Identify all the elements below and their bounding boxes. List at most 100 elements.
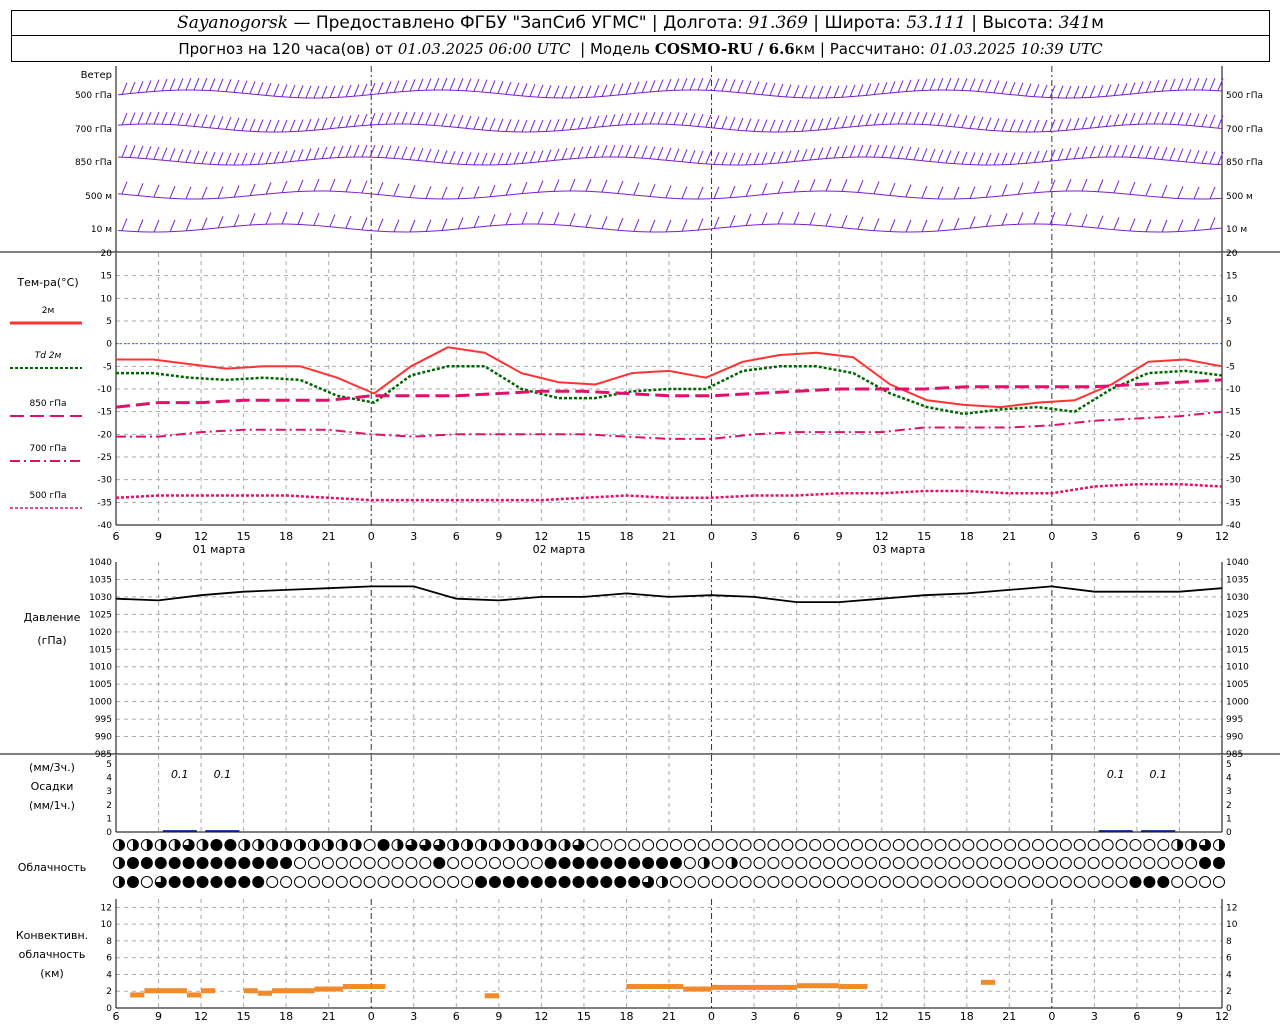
- wind-barb-flag: [561, 147, 568, 161]
- temp-tick-label-right: -10: [1226, 385, 1241, 395]
- wind-barb-flag: [137, 112, 144, 125]
- cloud-circle: [1157, 857, 1170, 869]
- wind-barb-flag: [321, 117, 328, 131]
- wind-barb-shaft: [1173, 160, 1183, 163]
- wind-barb-flag: [633, 145, 640, 158]
- wind-barb-shaft: [525, 95, 535, 98]
- wind-barb-flag: [529, 150, 536, 164]
- wind-barb-shaft: [1141, 195, 1151, 197]
- cloud-circle: [321, 876, 334, 888]
- cloud-circle: [990, 839, 1003, 851]
- cloud-symbol: [878, 839, 891, 851]
- wind-barb-flag: [225, 152, 232, 166]
- wind-barb-flag: [249, 81, 256, 94]
- cloud-half: [119, 857, 125, 869]
- wind-barb-row: [117, 211, 1223, 233]
- cloud-symbol: [600, 839, 613, 851]
- wind-barb-shaft: [1117, 229, 1127, 232]
- conv-tick-label-right: 4: [1226, 970, 1232, 980]
- cloud-symbol: [113, 839, 125, 851]
- cloud-half: [481, 839, 487, 851]
- conv-cloud-bar: [342, 984, 372, 990]
- wind-barb-flag: [1105, 114, 1112, 128]
- wind-barb-shaft: [941, 229, 951, 232]
- wind-barb-flag: [625, 112, 632, 126]
- wind-barb-flag: [265, 182, 272, 195]
- wind-barb-flag: [361, 83, 368, 97]
- wind-barb-flag: [1209, 77, 1216, 91]
- wind-barb-flag: [441, 77, 448, 91]
- wind-barb-shaft: [573, 225, 583, 228]
- wind-barb-shaft: [181, 161, 191, 164]
- wind-barb-flag: [569, 117, 576, 131]
- wind-barb-flag: [849, 145, 856, 158]
- wind-barb-flag: [897, 80, 904, 93]
- wind-barb-shaft: [461, 227, 471, 230]
- precip-amount-label: 0.1: [1107, 768, 1125, 781]
- cloud-circle: [182, 857, 195, 869]
- cloud-circle: [767, 857, 780, 869]
- wind-barb-flag: [225, 116, 232, 130]
- meteogram-chart: Ветер 500 гПа 500 гПа 700 гПа 700 гПа 850 гПа…: [0, 66, 1280, 1023]
- wind-barb-shaft: [701, 163, 711, 165]
- cloud-symbol: [377, 839, 390, 851]
- wind-barb-flag: [969, 115, 976, 129]
- cloud-symbol: [280, 857, 293, 869]
- cloud-circle: [1004, 876, 1017, 888]
- cloud-circle: [1115, 876, 1128, 888]
- conv-unit: (км): [40, 967, 64, 980]
- cloud-symbol: [475, 857, 488, 869]
- wind-barb-flag: [953, 77, 960, 91]
- wind-barb-shaft: [285, 191, 295, 193]
- cloud-symbol: [1059, 876, 1072, 888]
- pressure-tick-label: 1005: [89, 680, 112, 690]
- temp-tick-label-right: -5: [1226, 362, 1235, 372]
- cloud-circle: [1143, 876, 1156, 888]
- wind-barb-flag: [649, 219, 656, 233]
- time-tick-label: 21: [322, 530, 336, 543]
- wind-barb-flag: [505, 119, 512, 132]
- cloud-circle: [878, 876, 891, 888]
- cloud-symbol: [614, 857, 627, 869]
- wind-level-label-right: 500 м: [1226, 192, 1253, 202]
- wind-barb-flag: [937, 186, 944, 199]
- cloud-circle: [377, 876, 390, 888]
- wind-barb-shaft: [509, 94, 519, 96]
- wind-barb-flag: [577, 146, 584, 159]
- time-tick-label-bottom: 18: [619, 1010, 633, 1023]
- wind-barb-shaft: [525, 192, 535, 194]
- time-tick-label: 6: [793, 530, 800, 543]
- wind-barb-shaft: [445, 162, 455, 165]
- wind-barb-shaft: [125, 193, 135, 196]
- wind-barb-flag: [961, 115, 968, 128]
- cloud-circle: [1101, 876, 1114, 888]
- wind-barb-shaft: [237, 92, 247, 94]
- cloud-circle: [795, 857, 808, 869]
- wind-barb-flag: [433, 112, 440, 126]
- wind-barb-flag: [377, 112, 384, 125]
- cloud-circle: [280, 857, 293, 869]
- precip-title: Осадки: [31, 780, 74, 793]
- cloud-circle: [461, 857, 474, 869]
- wind-barb-flag: [553, 148, 560, 162]
- wind-barb-flag: [129, 145, 136, 158]
- cloud-half: [453, 839, 459, 851]
- cloud-circle: [516, 876, 529, 888]
- precip-tick-label-right: 5: [1226, 760, 1232, 770]
- wind-barb-flag: [1209, 217, 1216, 230]
- wind-barb-shaft: [1165, 197, 1175, 199]
- wind-barb-flag: [1041, 119, 1048, 133]
- temp-tick-label: 20: [101, 249, 113, 259]
- wind-barb-shaft: [485, 91, 495, 94]
- wind-barb-flag: [1097, 145, 1104, 158]
- temp-tick-label: 0: [106, 340, 112, 350]
- wind-barb-shaft: [157, 159, 167, 161]
- wind-barb-flag: [553, 179, 560, 192]
- wind-barb-flag: [345, 84, 352, 98]
- wind-barb-flag: [1009, 81, 1016, 95]
- wind-barb-flag: [785, 119, 792, 133]
- cloud-circle: [1129, 839, 1142, 851]
- wind-barb-flag: [545, 119, 552, 132]
- cloud-circle: [990, 876, 1003, 888]
- wind-barb-shaft: [565, 224, 575, 227]
